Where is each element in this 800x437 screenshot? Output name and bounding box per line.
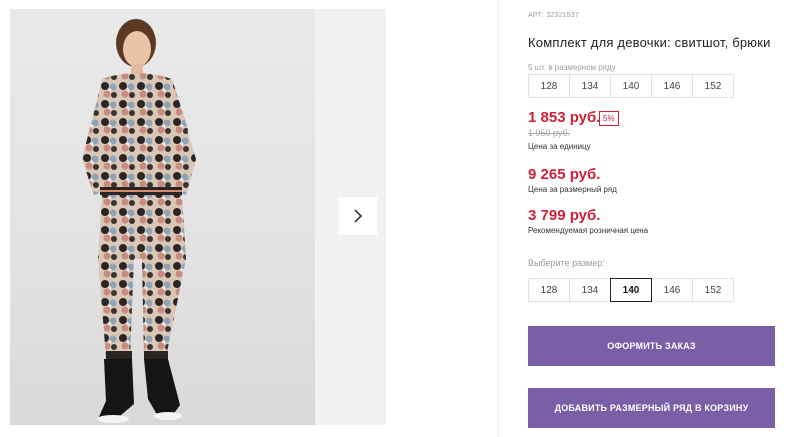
vertical-divider xyxy=(498,0,499,437)
size-option[interactable]: 134 xyxy=(569,278,611,302)
size-row-price-caption: Цена за размерный ряд xyxy=(528,185,617,194)
size-option[interactable]: 128 xyxy=(528,278,570,302)
product-title: Комплект для девочки: свитшот, брюки xyxy=(528,35,771,50)
size-row-cell: 134 xyxy=(569,74,611,98)
size-row-cell: 152 xyxy=(692,74,734,98)
gallery-left-edge xyxy=(0,0,10,437)
next-image-button[interactable] xyxy=(339,197,377,235)
rrp-price-caption: Рекомендуемая розничная цена xyxy=(528,226,649,235)
size-row-cell: 146 xyxy=(651,74,693,98)
rrp-price: 3 799 руб. xyxy=(528,207,601,224)
size-row-price: 9 265 руб. xyxy=(528,166,601,183)
size-option[interactable]: 146 xyxy=(651,278,693,302)
checkout-button[interactable]: ОФОРМИТЬ ЗАКАЗ xyxy=(528,326,775,366)
product-photo xyxy=(10,9,315,425)
add-size-row-to-cart-button[interactable]: ДОБАВИТЬ РАЗМЕРНЫЙ РЯД В КОРЗИНУ xyxy=(528,388,775,428)
unit-price: 1 853 руб. xyxy=(528,109,601,126)
discount-badge: 5% xyxy=(599,111,619,126)
size-option-selected[interactable]: 140 xyxy=(610,278,652,302)
pack-note: 5 шт. в размерном ряду xyxy=(528,63,616,72)
size-row-display: 128 134 140 146 152 xyxy=(528,74,734,98)
size-select-label: Выберите размер: xyxy=(528,258,605,268)
product-gallery xyxy=(0,0,386,437)
unit-price-caption: Цена за единицу xyxy=(528,142,591,151)
size-row-cell: 128 xyxy=(528,74,570,98)
chevron-right-icon xyxy=(352,208,364,224)
size-option[interactable]: 152 xyxy=(692,278,734,302)
old-price: 1 950 руб. xyxy=(528,128,571,138)
article-number: АРТ: 32321537 xyxy=(528,12,579,19)
size-row-cell: 140 xyxy=(610,74,652,98)
size-selector: 128 134 140 146 152 xyxy=(528,278,734,302)
